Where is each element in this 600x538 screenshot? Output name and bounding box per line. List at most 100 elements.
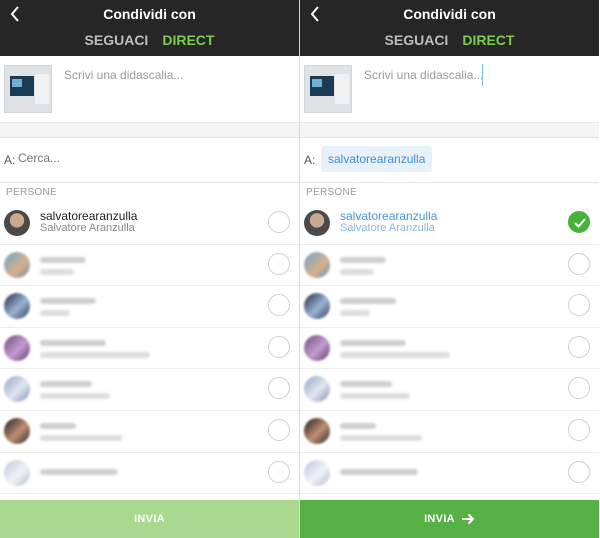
list-item[interactable] — [300, 453, 599, 495]
select-radio[interactable] — [568, 211, 590, 233]
section-label: PERSONE — [6, 187, 58, 198]
list-item[interactable] — [300, 328, 599, 370]
section-label: PERSONE — [306, 187, 358, 198]
select-radio[interactable] — [568, 460, 590, 483]
select-radio[interactable] — [268, 377, 290, 400]
list-item[interactable] — [0, 411, 299, 453]
list-item[interactable] — [300, 411, 599, 453]
page-title: Condividi con — [403, 6, 496, 22]
post-thumbnail — [4, 65, 52, 113]
send-button[interactable]: INVIA — [300, 500, 599, 538]
avatar — [304, 376, 330, 403]
page-title: Condividi con — [103, 6, 196, 22]
blurred-full-name — [340, 393, 410, 400]
list-item[interactable] — [0, 369, 299, 411]
select-radio[interactable] — [568, 418, 590, 441]
blurred-username — [40, 339, 106, 346]
avatar — [4, 293, 30, 320]
blurred-username — [340, 422, 376, 429]
send-button[interactable]: INVIA — [0, 500, 299, 538]
to-label: A: — [304, 153, 316, 167]
blurred-full-name — [40, 351, 150, 358]
caption-row: Scrivi una didascalia... — [0, 56, 299, 123]
list-item[interactable]: salvatorearanzulla Salvatore Aranzulla — [300, 203, 599, 245]
list-item[interactable] — [0, 245, 299, 287]
avatar — [304, 334, 330, 361]
blurred-full-name — [40, 434, 122, 441]
tab-direct[interactable]: DIRECT — [162, 32, 214, 48]
list-item[interactable]: salvatorearanzulla Salvatore Aranzulla — [0, 203, 299, 245]
arrow-right-icon — [461, 513, 475, 525]
blurred-username — [40, 468, 118, 475]
blurred-username — [40, 381, 92, 388]
select-radio[interactable] — [268, 418, 290, 441]
blurred-full-name — [40, 268, 74, 275]
blurred-username — [40, 298, 96, 305]
top-bar: Condividi con SEGUACI DIRECT — [300, 0, 599, 56]
top-bar: Condividi con SEGUACI DIRECT — [0, 0, 299, 56]
text-cursor — [482, 64, 483, 86]
blurred-username — [340, 298, 396, 305]
blurred-username — [340, 339, 406, 346]
blurred-full-name — [340, 268, 374, 275]
list-item[interactable] — [0, 453, 299, 495]
avatar — [304, 210, 330, 236]
avatar — [4, 376, 30, 403]
avatar — [304, 293, 330, 320]
full-name: Salvatore Aranzulla — [340, 222, 435, 234]
username: salvatorearanzulla — [340, 209, 438, 223]
blurred-username — [40, 256, 86, 263]
select-radio[interactable] — [268, 460, 290, 483]
list-item[interactable] — [300, 369, 599, 411]
username: salvatorearanzulla — [40, 209, 138, 223]
list-item[interactable] — [300, 245, 599, 287]
caption-input[interactable]: Scrivi una didascalia... — [364, 68, 483, 82]
recipient-row: A: — [0, 138, 299, 183]
to-label: A: — [4, 153, 16, 167]
share-screen-selected: Condividi con SEGUACI DIRECT Scrivi una … — [299, 0, 599, 538]
post-thumbnail — [304, 65, 352, 113]
blurred-full-name — [340, 310, 370, 317]
blurred-username — [340, 256, 386, 263]
select-radio[interactable] — [568, 294, 590, 317]
list-item[interactable] — [0, 328, 299, 370]
recipient-chip[interactable]: salvatorearanzulla — [321, 146, 433, 172]
checkmark-icon — [574, 218, 586, 228]
avatar — [4, 417, 30, 444]
select-radio[interactable] — [268, 252, 290, 275]
avatar — [304, 417, 330, 444]
share-tabs: SEGUACI DIRECT — [300, 32, 599, 48]
send-label: INVIA — [424, 513, 455, 525]
recipient-row: A: salvatorearanzulla — [300, 138, 599, 183]
tab-seguaci[interactable]: SEGUACI — [385, 32, 449, 48]
caption-row: Scrivi una didascalia... — [300, 56, 599, 123]
avatar — [4, 459, 30, 486]
list-item[interactable] — [0, 286, 299, 328]
blurred-username — [340, 381, 392, 388]
select-radio[interactable] — [568, 335, 590, 358]
divider — [300, 123, 599, 138]
blurred-username — [340, 468, 418, 475]
divider — [0, 123, 299, 138]
avatar — [4, 251, 30, 278]
blurred-full-name — [40, 310, 70, 317]
list-item[interactable] — [300, 286, 599, 328]
search-input[interactable] — [18, 151, 218, 165]
send-label: INVIA — [134, 513, 165, 525]
tab-direct[interactable]: DIRECT — [462, 32, 514, 48]
blurred-full-name — [340, 351, 450, 358]
select-radio[interactable] — [268, 335, 290, 358]
select-radio[interactable] — [568, 252, 590, 275]
avatar — [304, 251, 330, 278]
blurred-full-name — [40, 393, 110, 400]
share-tabs: SEGUACI DIRECT — [0, 32, 299, 48]
select-radio[interactable] — [568, 377, 590, 400]
full-name: Salvatore Aranzulla — [40, 222, 135, 234]
select-radio[interactable] — [268, 211, 290, 233]
caption-input[interactable]: Scrivi una didascalia... — [64, 68, 183, 82]
avatar — [4, 210, 30, 236]
select-radio[interactable] — [268, 294, 290, 317]
avatar — [4, 334, 30, 361]
tab-seguaci[interactable]: SEGUACI — [85, 32, 149, 48]
share-screen-unselected: Condividi con SEGUACI DIRECT Scrivi una … — [0, 0, 299, 538]
